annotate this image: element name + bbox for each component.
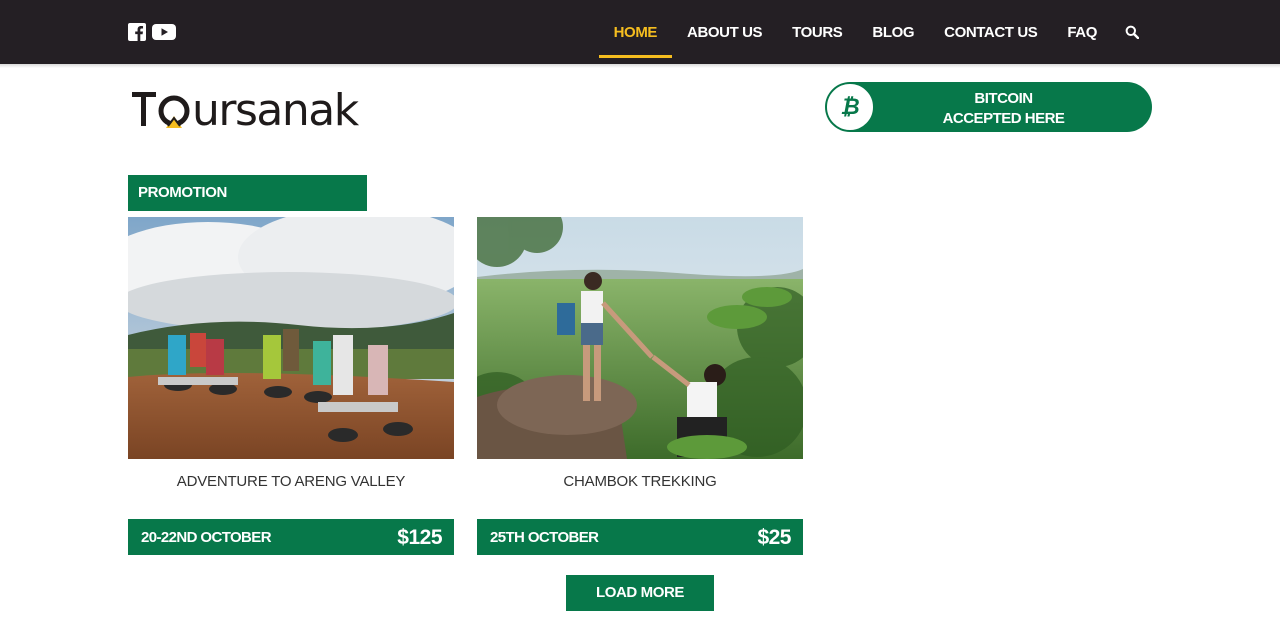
tour-card: ADVENTURE TO ARENG VALLEY 20-22ND OCTOBE… (128, 217, 454, 555)
tour-date: 25TH OCTOBER (490, 529, 599, 546)
tour-photo-trekking[interactable] (477, 217, 803, 459)
tour-card: CHAMBOK TREKKING 25TH OCTOBER $25 (477, 217, 803, 555)
tour-price: $25 (757, 526, 791, 549)
tour-title[interactable]: ADVENTURE TO ARENG VALLEY (128, 473, 454, 490)
tour-price: $125 (397, 526, 442, 549)
nav-about-us[interactable]: ABOUT US (672, 0, 777, 64)
nav-tours[interactable]: TOURS (777, 0, 857, 64)
main-nav: HOME ABOUT US TOURS BLOG CONTACT US FAQ (598, 0, 1152, 64)
promotion-heading: PROMOTION (128, 175, 367, 211)
nav-home[interactable]: HOME (598, 0, 673, 64)
bitcoin-badge-line-2: ACCEPTED HERE (942, 110, 1065, 127)
site-logo[interactable]: ursanak (130, 84, 430, 136)
header-shadow (0, 64, 1280, 68)
social-links (128, 23, 176, 41)
logo-wordmark: ursanak (192, 85, 360, 130)
youtube-icon[interactable] (152, 23, 176, 41)
bitcoin-badge-text: BITCOIN ACCEPTED HERE (885, 89, 1122, 129)
tour-date: 20-22ND OCTOBER (141, 529, 272, 546)
tour-info-bar[interactable]: 20-22ND OCTOBER $125 (128, 519, 454, 555)
nav-faq[interactable]: FAQ (1052, 0, 1112, 64)
nav-contact-us[interactable]: CONTACT US (929, 0, 1052, 64)
search-icon[interactable] (1112, 0, 1152, 64)
top-bar: HOME ABOUT US TOURS BLOG CONTACT US FAQ (0, 0, 1280, 64)
bitcoin-badge-line-1: BITCOIN (974, 90, 1033, 107)
load-more-button[interactable]: LOAD MORE (566, 575, 714, 611)
bitcoin-icon: ₿ (826, 83, 874, 131)
tour-info-bar[interactable]: 25TH OCTOBER $25 (477, 519, 803, 555)
bitcoin-accepted-badge[interactable]: ₿ BITCOIN ACCEPTED HERE (825, 82, 1152, 132)
tour-title[interactable]: CHAMBOK TREKKING (477, 473, 803, 490)
tour-photo-motorbikes[interactable] (128, 217, 454, 459)
facebook-icon[interactable] (128, 23, 146, 41)
nav-blog[interactable]: BLOG (857, 0, 929, 64)
